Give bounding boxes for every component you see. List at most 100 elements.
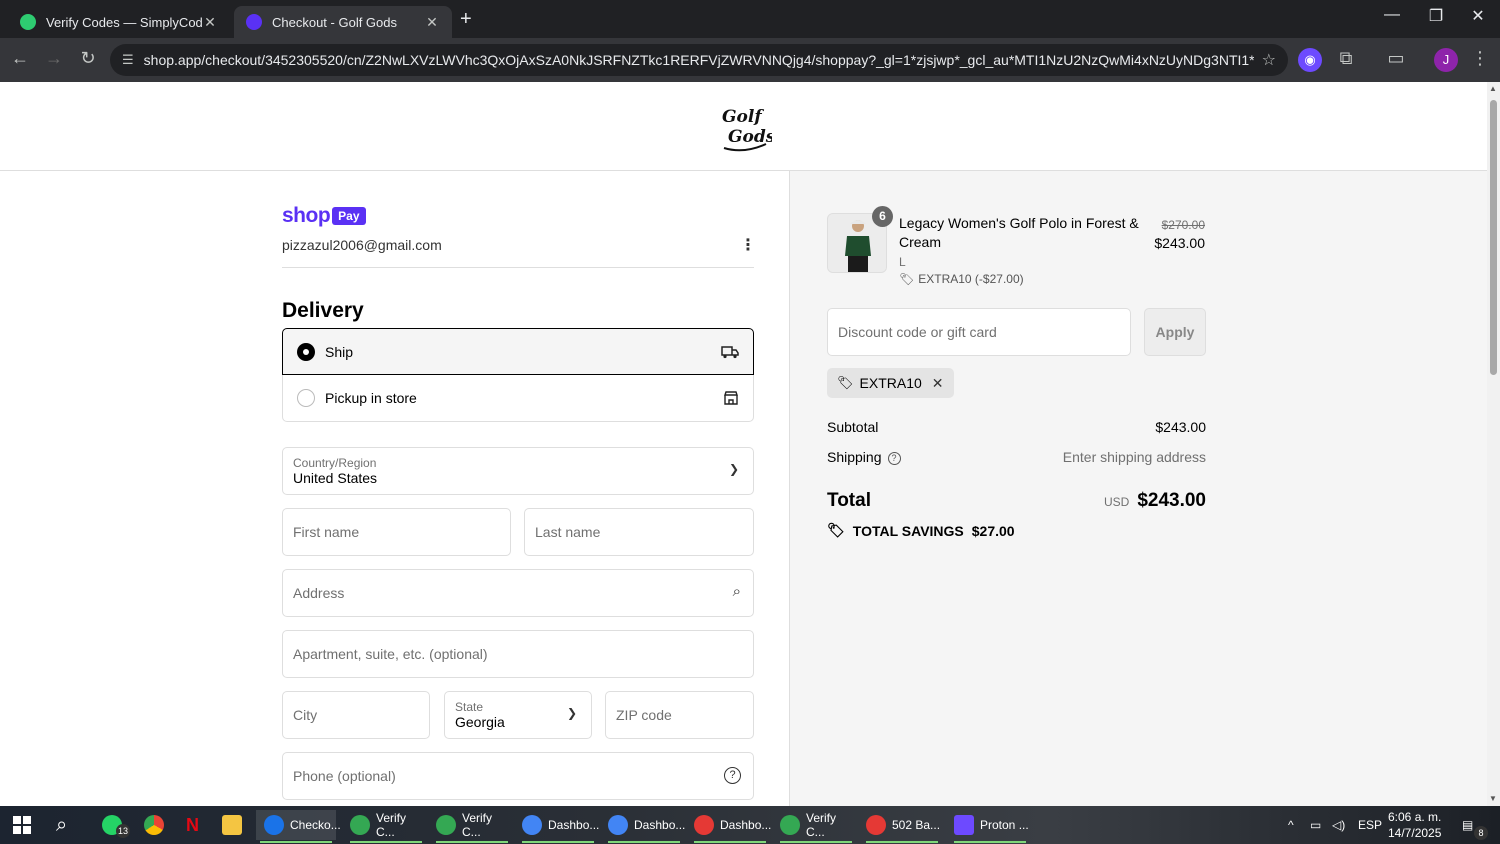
country-value: United States	[293, 470, 378, 486]
tab-checkout[interactable]: Checkout - Golf Gods ✕	[234, 6, 452, 38]
taskbar-window-1[interactable]: Checko...	[256, 810, 341, 843]
clock-date: 14/7/2025	[1388, 826, 1442, 840]
chrome-icon	[608, 815, 628, 835]
browser-menu-icon[interactable]: ⋮	[1468, 48, 1492, 69]
tab-title: Verify Codes — SimplyCodes	[46, 14, 202, 30]
close-window-icon[interactable]: ✕	[1458, 6, 1498, 26]
volume-icon[interactable]: ◁)	[1332, 818, 1345, 832]
reload-icon[interactable]: ↻	[76, 48, 100, 69]
forward-icon[interactable]: →	[42, 48, 66, 69]
pickup-radio[interactable]	[297, 389, 315, 407]
apartment-placeholder: Apartment, suite, etc. (optional)	[293, 646, 488, 662]
subtotal-row: Subtotal $243.00	[827, 419, 1206, 435]
chevron-down-icon: ❯	[728, 462, 739, 476]
ship-radio[interactable]	[297, 342, 315, 361]
applied-discount-chip: 🏷 EXTRA10 ✕	[827, 368, 954, 398]
taskbar-window-label: Proton ...	[980, 818, 1029, 832]
windows-taskbar: ⌕ 13 N Checko... Verify C... Verify C...…	[0, 806, 1500, 844]
close-tab-icon[interactable]: ✕	[424, 14, 440, 31]
taskbar-window-3[interactable]: Verify C...	[432, 810, 512, 843]
original-price: $270.00	[1161, 218, 1205, 232]
taskbar-window-label: Verify C...	[376, 811, 407, 839]
more-options-icon[interactable]: ⋮	[740, 235, 756, 255]
shipping-value: Enter shipping address	[1062, 449, 1206, 465]
chrome-icon	[694, 815, 714, 835]
golf-gods-logo[interactable]: Golf Gods	[716, 98, 772, 154]
taskbar-window-6[interactable]: Dashbo...	[690, 810, 772, 843]
taskbar-window-label: Dashbo...	[720, 818, 772, 832]
apartment-field[interactable]: Apartment, suite, etc. (optional)	[282, 630, 754, 678]
notifications-icon[interactable]: ▤	[1462, 818, 1473, 832]
taskbar-window-label: Dashbo...	[634, 818, 686, 832]
shipping-help-icon[interactable]: ?	[887, 451, 901, 465]
windows-logo-icon	[13, 816, 31, 834]
taskbar-window-2[interactable]: Verify C...	[346, 810, 426, 843]
bookmark-star-icon[interactable]: ☆	[1262, 50, 1276, 70]
tray-chevron-icon[interactable]: ^	[1288, 818, 1294, 832]
taskbar-window-8[interactable]: 502 Ba...	[862, 810, 942, 843]
discount-code-placeholder: Discount code or gift card	[838, 324, 997, 340]
ship-option[interactable]: Ship	[282, 328, 754, 375]
country-select[interactable]: Country/Region United States ❯	[282, 447, 754, 495]
taskbar-window-label: 502 Ba...	[892, 818, 941, 832]
address-bar[interactable]: ☰ shop.app/checkout/3452305520/cn/Z2NwLX…	[110, 44, 1288, 76]
address-field[interactable]: Address ⌕	[282, 569, 754, 617]
tab-verify-codes[interactable]: Verify Codes — SimplyCodes ✕	[8, 6, 230, 38]
shop-favicon-icon	[246, 14, 262, 30]
discount-code-input[interactable]: Discount code or gift card	[827, 308, 1131, 356]
taskbar-window-5[interactable]: Dashbo...	[604, 810, 686, 843]
first-name-placeholder: First name	[293, 524, 360, 540]
taskbar-window-4[interactable]: Dashbo...	[518, 810, 599, 843]
profile-avatar[interactable]: J	[1434, 48, 1458, 72]
netflix-icon[interactable]: N	[186, 810, 199, 840]
scroll-up-icon[interactable]: ▲	[1489, 84, 1497, 93]
taskbar-window-label: Verify C...	[462, 811, 493, 839]
savings-tag-icon: 🏷	[827, 522, 845, 538]
scroll-down-icon[interactable]: ▼	[1489, 794, 1497, 803]
state-select[interactable]: State Georgia ❯	[444, 691, 592, 739]
system-clock[interactable]: 6:06 a. m. 14/7/2025	[1388, 809, 1441, 841]
extension-icon[interactable]: ◉	[1298, 48, 1322, 72]
page-scrollbar[interactable]: ▲ ▼	[1487, 82, 1500, 806]
remove-discount-icon[interactable]: ✕	[932, 375, 944, 392]
cast-icon[interactable]: ▭	[1384, 48, 1408, 69]
network-icon[interactable]: ▭	[1310, 818, 1321, 832]
subtotal-label: Subtotal	[827, 419, 879, 435]
search-icon[interactable]: ⌕	[56, 810, 67, 840]
product-discount-text: EXTRA10 (-$27.00)	[918, 272, 1024, 286]
pickup-option[interactable]: Pickup in store	[282, 375, 754, 422]
logo-text-golf: Golf	[722, 107, 764, 127]
start-button[interactable]	[12, 810, 32, 840]
site-info-icon[interactable]: ☰	[122, 52, 134, 68]
restore-icon[interactable]: ❐	[1416, 6, 1456, 26]
taskbar-window-9[interactable]: Proton ...	[950, 810, 1030, 843]
notifications-badge: 8	[1474, 826, 1488, 840]
taskbar-window-label: Verify C...	[806, 811, 837, 839]
close-tab-icon[interactable]: ✕	[202, 14, 218, 31]
last-name-field[interactable]: Last name	[524, 508, 754, 556]
minimize-icon[interactable]: —	[1372, 6, 1412, 24]
truck-icon	[721, 345, 739, 358]
discounted-price: $243.00	[1154, 235, 1205, 251]
address-placeholder: Address	[293, 585, 345, 601]
simplycodes-favicon-icon	[20, 14, 36, 30]
back-icon[interactable]: ←	[8, 48, 32, 69]
language-indicator[interactable]: ESP	[1358, 818, 1382, 832]
help-icon[interactable]: ?	[724, 767, 741, 784]
taskbar-window-7[interactable]: Verify C...	[776, 810, 856, 843]
chrome-icon	[780, 815, 800, 835]
file-explorer-app[interactable]	[222, 810, 248, 840]
extensions-puzzle-icon[interactable]: ⧉	[1334, 48, 1358, 69]
product-name: Legacy Women's Golf Polo in Forest & Cre…	[899, 215, 1139, 250]
taskbar-window-label: Checko...	[290, 818, 341, 832]
city-field[interactable]: City	[282, 691, 430, 739]
new-tab-icon[interactable]: +	[460, 8, 472, 31]
chrome-icon	[144, 815, 164, 835]
first-name-field[interactable]: First name	[282, 508, 511, 556]
zip-field[interactable]: ZIP code	[605, 691, 754, 739]
chrome-app[interactable]	[144, 810, 170, 840]
apply-button[interactable]: Apply	[1144, 308, 1206, 356]
quantity-badge: 6	[872, 206, 893, 227]
scrollbar-thumb[interactable]	[1490, 100, 1497, 375]
phone-field[interactable]: Phone (optional) ?	[282, 752, 754, 800]
